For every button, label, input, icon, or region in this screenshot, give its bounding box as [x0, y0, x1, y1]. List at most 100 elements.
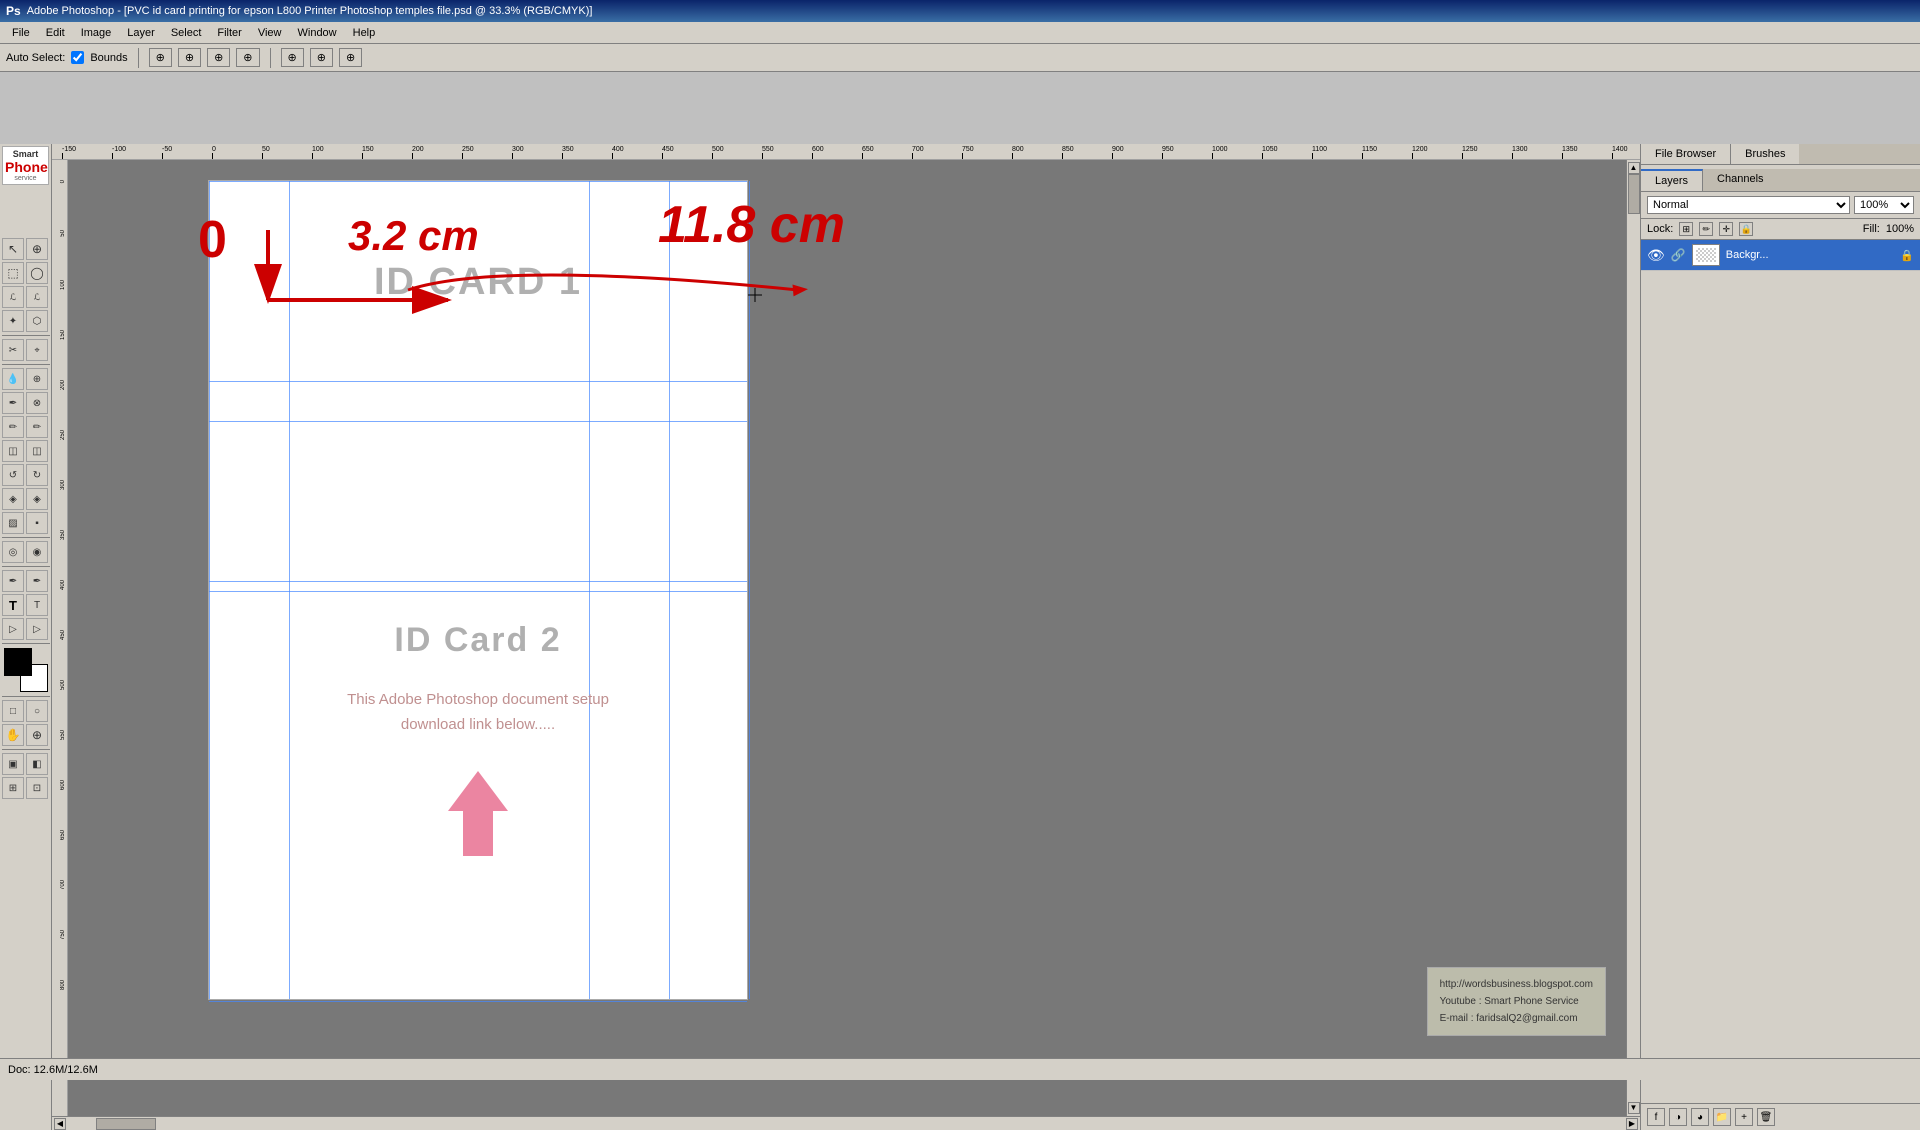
align-btn-4[interactable]: ⊕ — [236, 48, 259, 67]
ruler-left: 0501001502002503003504004505005506006507… — [52, 160, 68, 1116]
canvas-area[interactable]: ID CARD 1 ID Card 2 This Adobe Photoshop… — [68, 160, 1626, 1116]
layer-adjust-icon[interactable]: ◕ — [1691, 1108, 1709, 1126]
blend-mode-select[interactable]: Normal — [1647, 196, 1850, 214]
direct-select-btn[interactable]: ▷ — [26, 618, 48, 640]
pattern-stamp-btn[interactable]: ◫ — [26, 440, 48, 462]
move-tool-btn[interactable]: ↖ — [2, 238, 24, 260]
scroll-thumb[interactable] — [1628, 174, 1640, 214]
bg-eraser-btn[interactable]: ◈ — [26, 488, 48, 510]
menu-layer[interactable]: Layer — [119, 25, 163, 41]
menu-window[interactable]: Window — [290, 25, 345, 41]
layer-link-icon[interactable]: 🔗 — [1671, 248, 1686, 262]
crop-btn[interactable]: ✂ — [2, 339, 24, 361]
marquee-ellipse-btn[interactable]: ◯ — [26, 262, 48, 284]
zoom-btn[interactable]: ⊕ — [26, 724, 48, 746]
menu-image[interactable]: Image — [73, 25, 120, 41]
edit-mode-btn-1[interactable]: ▣ — [2, 753, 24, 775]
align-btn-1[interactable]: ⊕ — [149, 48, 172, 67]
lasso-btn[interactable]: ℒ — [2, 286, 24, 308]
pen-btn[interactable]: ✒ — [2, 570, 24, 592]
lock-row: Lock: ⊞ ✏ ✛ 🔒 Fill: 100% — [1641, 219, 1920, 240]
distribute-btn-2[interactable]: ⊕ — [310, 48, 333, 67]
scroll-left-btn[interactable]: ◀ — [54, 1118, 66, 1130]
logo-overlay: Smart Phone service — [0, 144, 51, 187]
tool-row-10: ↺ ↻ — [2, 464, 49, 486]
vert-type-btn[interactable]: T — [26, 594, 48, 616]
tool-divider-1 — [2, 335, 50, 336]
menu-edit[interactable]: Edit — [38, 25, 73, 41]
scroll-up-btn[interactable]: ▲ — [1628, 162, 1640, 174]
hand-btn[interactable]: ✋ — [2, 724, 24, 746]
screen-mode-btn-2[interactable]: ⊡ — [26, 777, 48, 799]
auto-select-checkbox[interactable] — [71, 51, 84, 64]
menu-filter[interactable]: Filter — [209, 25, 249, 41]
layers-tab[interactable]: Layers — [1641, 169, 1703, 191]
menu-file[interactable]: File — [4, 25, 38, 41]
edit-mode-btn-2[interactable]: ◧ — [26, 753, 48, 775]
magic-wand-btn[interactable]: ✦ — [2, 310, 24, 332]
type-btn[interactable]: T — [2, 594, 24, 616]
path-select-btn[interactable]: ▷ — [2, 618, 24, 640]
brush-btn[interactable]: ✏ — [2, 416, 24, 438]
quick-select-btn[interactable]: ⬡ — [26, 310, 48, 332]
marquee-rect-btn[interactable]: ⬚ — [2, 262, 24, 284]
menu-view[interactable]: View — [250, 25, 290, 41]
channels-tab[interactable]: Channels — [1703, 169, 1777, 191]
layer-mask-icon[interactable]: ◑ — [1669, 1108, 1687, 1126]
lock-paint-icon[interactable]: ✏ — [1699, 222, 1713, 236]
foreground-color[interactable] — [4, 648, 32, 676]
layer-group-icon[interactable]: 📁 — [1713, 1108, 1731, 1126]
rounded-rect-btn[interactable]: □ — [2, 700, 24, 722]
brushes-tab[interactable]: Brushes — [1731, 144, 1799, 164]
lock-move-icon[interactable]: ✛ — [1719, 222, 1733, 236]
menu-help[interactable]: Help — [345, 25, 384, 41]
cursor-crosshair — [748, 288, 762, 302]
blend-mode-row: Normal 100% — [1641, 192, 1920, 219]
menu-select[interactable]: Select — [163, 25, 210, 41]
vertical-scrollbar[interactable]: ▲ ▼ — [1626, 160, 1640, 1116]
freeform-pen-btn[interactable]: ✒ — [26, 570, 48, 592]
file-browser-tab[interactable]: File Browser — [1641, 144, 1731, 164]
slice-btn[interactable]: ⌖ — [26, 339, 48, 361]
eyedropper-btn[interactable]: 💧 — [2, 368, 24, 390]
screen-mode-btn-1[interactable]: ⊞ — [2, 777, 24, 799]
ruler-marks: -150-100-5005010015020025030035040045050… — [52, 144, 1640, 159]
healing-brush-btn[interactable]: ✒ — [2, 392, 24, 414]
burn-btn[interactable]: ◉ — [26, 541, 48, 563]
tool-row-18: ✋ ⊕ — [2, 724, 49, 746]
layer-style-icon[interactable]: f — [1647, 1108, 1665, 1126]
eraser-btn[interactable]: ◈ — [2, 488, 24, 510]
layer-new-icon[interactable]: + — [1735, 1108, 1753, 1126]
hscroll-thumb[interactable] — [96, 1118, 156, 1130]
history-brush-btn[interactable]: ↺ — [2, 464, 24, 486]
lock-pos-icon[interactable]: ⊞ — [1679, 222, 1693, 236]
layer-background[interactable]: 👁 🔗 Backgr... 🔒 — [1641, 240, 1920, 271]
distribute-btn-3[interactable]: ⊕ — [339, 48, 362, 67]
tool-row-13: ◎ ◉ — [2, 541, 49, 563]
color-sample-btn[interactable]: ⊕ — [26, 368, 48, 390]
gradient-btn[interactable]: ▨ — [2, 512, 24, 534]
patch-btn[interactable]: ⊗ — [26, 392, 48, 414]
layer-visibility-eye[interactable]: 👁 — [1647, 247, 1665, 264]
clone-stamp-btn[interactable]: ◫ — [2, 440, 24, 462]
annotation-arrow-2 — [398, 250, 958, 330]
color-picker[interactable] — [4, 648, 48, 692]
scroll-right-btn[interactable]: ▶ — [1626, 1118, 1638, 1130]
art-history-btn[interactable]: ↻ — [26, 464, 48, 486]
dodge-btn[interactable]: ◎ — [2, 541, 24, 563]
artboard-tool-btn[interactable]: ⊕ — [26, 238, 48, 260]
poly-lasso-btn[interactable]: ℒ — [26, 286, 48, 308]
opacity-select[interactable]: 100% — [1854, 196, 1914, 214]
pencil-btn[interactable]: ✏ — [26, 416, 48, 438]
layer-delete-icon[interactable]: 🗑 — [1757, 1108, 1775, 1126]
distribute-btn-1[interactable]: ⊕ — [281, 48, 304, 67]
align-btn-2[interactable]: ⊕ — [178, 48, 201, 67]
horizontal-scrollbar[interactable]: ◀ ▶ — [52, 1116, 1640, 1130]
lock-all-icon[interactable]: 🔒 — [1739, 222, 1753, 236]
ellipse-shape-btn[interactable]: ○ — [26, 700, 48, 722]
lock-label: Lock: — [1647, 223, 1673, 235]
align-btn-3[interactable]: ⊕ — [207, 48, 230, 67]
scroll-down-btn[interactable]: ▼ — [1628, 1102, 1640, 1114]
paint-bucket-btn[interactable]: ▪ — [26, 512, 48, 534]
info-overlay: http://wordsbusiness.blogspot.com Youtub… — [1427, 967, 1606, 1036]
